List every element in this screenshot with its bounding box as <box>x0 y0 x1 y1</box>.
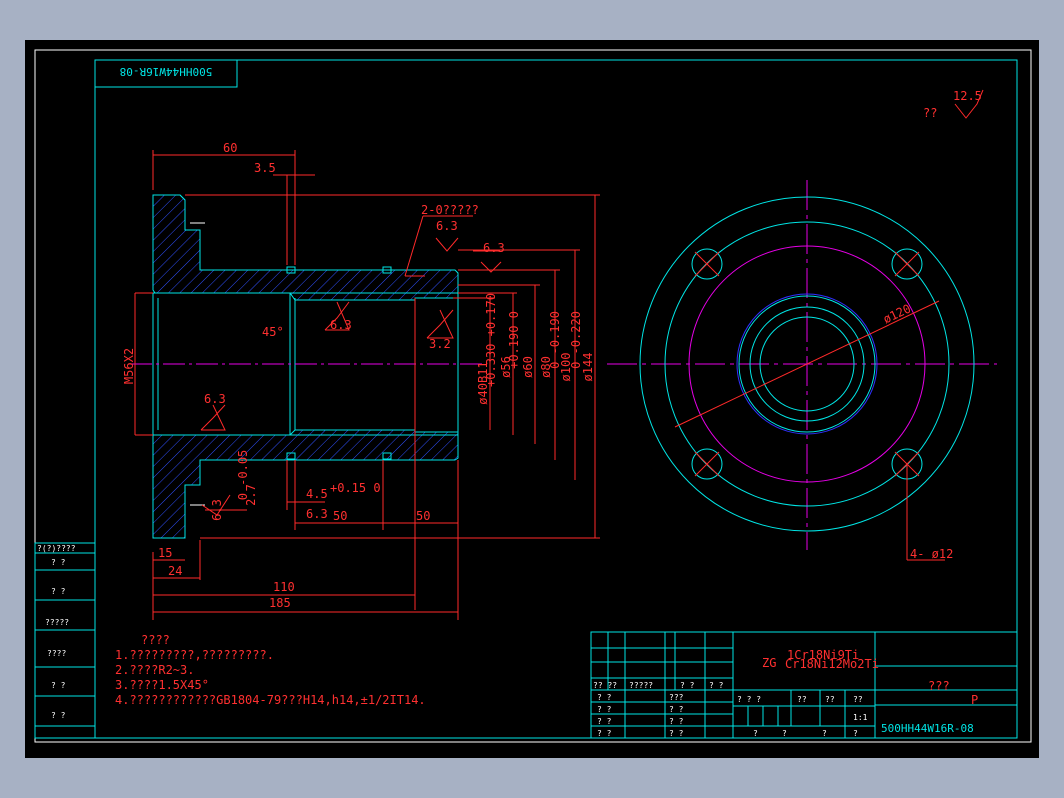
front-view <box>607 180 997 561</box>
rough-6-3-b: 6.3 <box>483 241 505 255</box>
tb-l1: ? ? <box>597 705 612 714</box>
tb-i2: ?? <box>825 695 835 704</box>
strip-4: ???? <box>47 649 66 658</box>
strip-2: ? ? <box>51 587 66 596</box>
strip-6: ? ? <box>51 711 66 720</box>
tb-l2: ? ? <box>597 717 612 726</box>
tb-l0: ? ? <box>597 693 612 702</box>
tb-b1: ? <box>782 729 787 738</box>
dim-110: 110 <box>273 580 295 594</box>
left-strip: ?(?)???? ? ? ? ? ????? ???? ? ? ? ? <box>34 542 96 739</box>
roughness-global: 12.5 <box>953 89 982 103</box>
dim-m56: M56X2 <box>122 348 136 384</box>
notes-heading: ???? <box>141 633 170 647</box>
tb-m3: ? ? <box>669 729 684 738</box>
material-prefix: ZG <box>762 656 776 670</box>
dim-phi120: ø120 <box>881 301 913 326</box>
rough-6-3-c: 6.3 <box>330 318 352 332</box>
tb-h1: ????? <box>629 681 653 690</box>
roughness-prefix: ?? <box>923 106 937 120</box>
tb-m1: ? ? <box>669 705 684 714</box>
dim-15: 15 <box>158 546 172 560</box>
tb-h0: ?? ?? <box>593 681 617 690</box>
tb-b3: ? <box>853 729 858 738</box>
rough-6-3-f: 6.3 <box>210 499 224 521</box>
outer-frame <box>34 49 1032 743</box>
cad-drawing-canvas[interactable]: 500HH44W16R-08 ?? 12.5 60 3.5 2-0????? 6… <box>25 40 1039 758</box>
dim-60: 60 <box>223 141 237 155</box>
dim-4-5: 4.5 <box>306 487 328 501</box>
tb-m2: ? ? <box>669 717 684 726</box>
dim-phi60: ø60 <box>521 356 535 378</box>
drawing-number: 500HH44W16R-08 <box>881 722 974 735</box>
rough-6-3-a: 6.3 <box>436 219 458 233</box>
tb-h3: ? ? <box>709 681 724 690</box>
technical-notes: ???? 1.?????????,?????????. 2.????R2~3. … <box>115 633 426 707</box>
strip-3: ????? <box>45 618 69 627</box>
dim-phi56-tol: +0.190 0 <box>507 311 521 369</box>
dim-50-a: 50 <box>333 509 347 523</box>
dimension-lines <box>134 150 600 620</box>
material-2: Cr18Ni12Mo2Ti <box>785 657 879 671</box>
cad-drawing: 500HH44W16R-08 ?? 12.5 60 3.5 2-0????? 6… <box>34 49 1032 743</box>
tb-i0: ? ? ? <box>737 695 761 704</box>
strip-1: ? ? <box>51 558 66 567</box>
dim-4-5-tol: +0.15 0 <box>330 481 381 495</box>
mirrored-title: 500HH44W16R-08 <box>120 65 213 78</box>
dim-holes: 2-0????? <box>421 203 479 217</box>
strip-5: ? ? <box>51 681 66 690</box>
dim-2-7-tol: 0 -0.05 <box>236 450 250 501</box>
note-1: 1.?????????,?????????. <box>115 648 274 662</box>
tb-b2: ? <box>822 729 827 738</box>
note-4: 4.????????????GB1804-79???H14,h14,±1/2IT… <box>115 693 426 707</box>
dim-phi144: ø144 <box>581 353 595 382</box>
tb-l3: ? ? <box>597 729 612 738</box>
dim-50-b: 50 <box>416 509 430 523</box>
dim-45deg: 45° <box>262 325 284 339</box>
dim-3-5: 3.5 <box>254 161 276 175</box>
tb-h2: ? ? <box>680 681 695 690</box>
rough-6-3-d: 6.3 <box>204 392 226 406</box>
tb-i3: ?? <box>853 695 863 704</box>
part-code: P <box>971 693 978 707</box>
part-name: ??? <box>928 679 950 693</box>
rough-3-2: 3.2 <box>429 337 451 351</box>
scale: 1:1 <box>853 713 868 722</box>
note-3: 3.????1.5X45° <box>115 678 209 692</box>
tb-m0: ??? <box>669 693 684 702</box>
title-block: ZG 1Cr18Ni9Ti Cr18Ni12Mo2Ti ??? P 500HH4… <box>590 631 1018 739</box>
tb-i1: ?? <box>797 695 807 704</box>
strip-0: ?(?)???? <box>37 544 76 553</box>
tb-b0: ? <box>753 729 758 738</box>
dim-phi12: 4- ø12 <box>910 547 953 561</box>
dim-185: 185 <box>269 596 291 610</box>
dim-phi40-tol: +0.330 +0.170 <box>484 293 498 387</box>
rough-6-3-e: 6.3 <box>306 507 328 521</box>
inner-frame <box>94 59 1018 739</box>
note-2: 2.????R2~3. <box>115 663 194 677</box>
dim-24: 24 <box>168 564 182 578</box>
